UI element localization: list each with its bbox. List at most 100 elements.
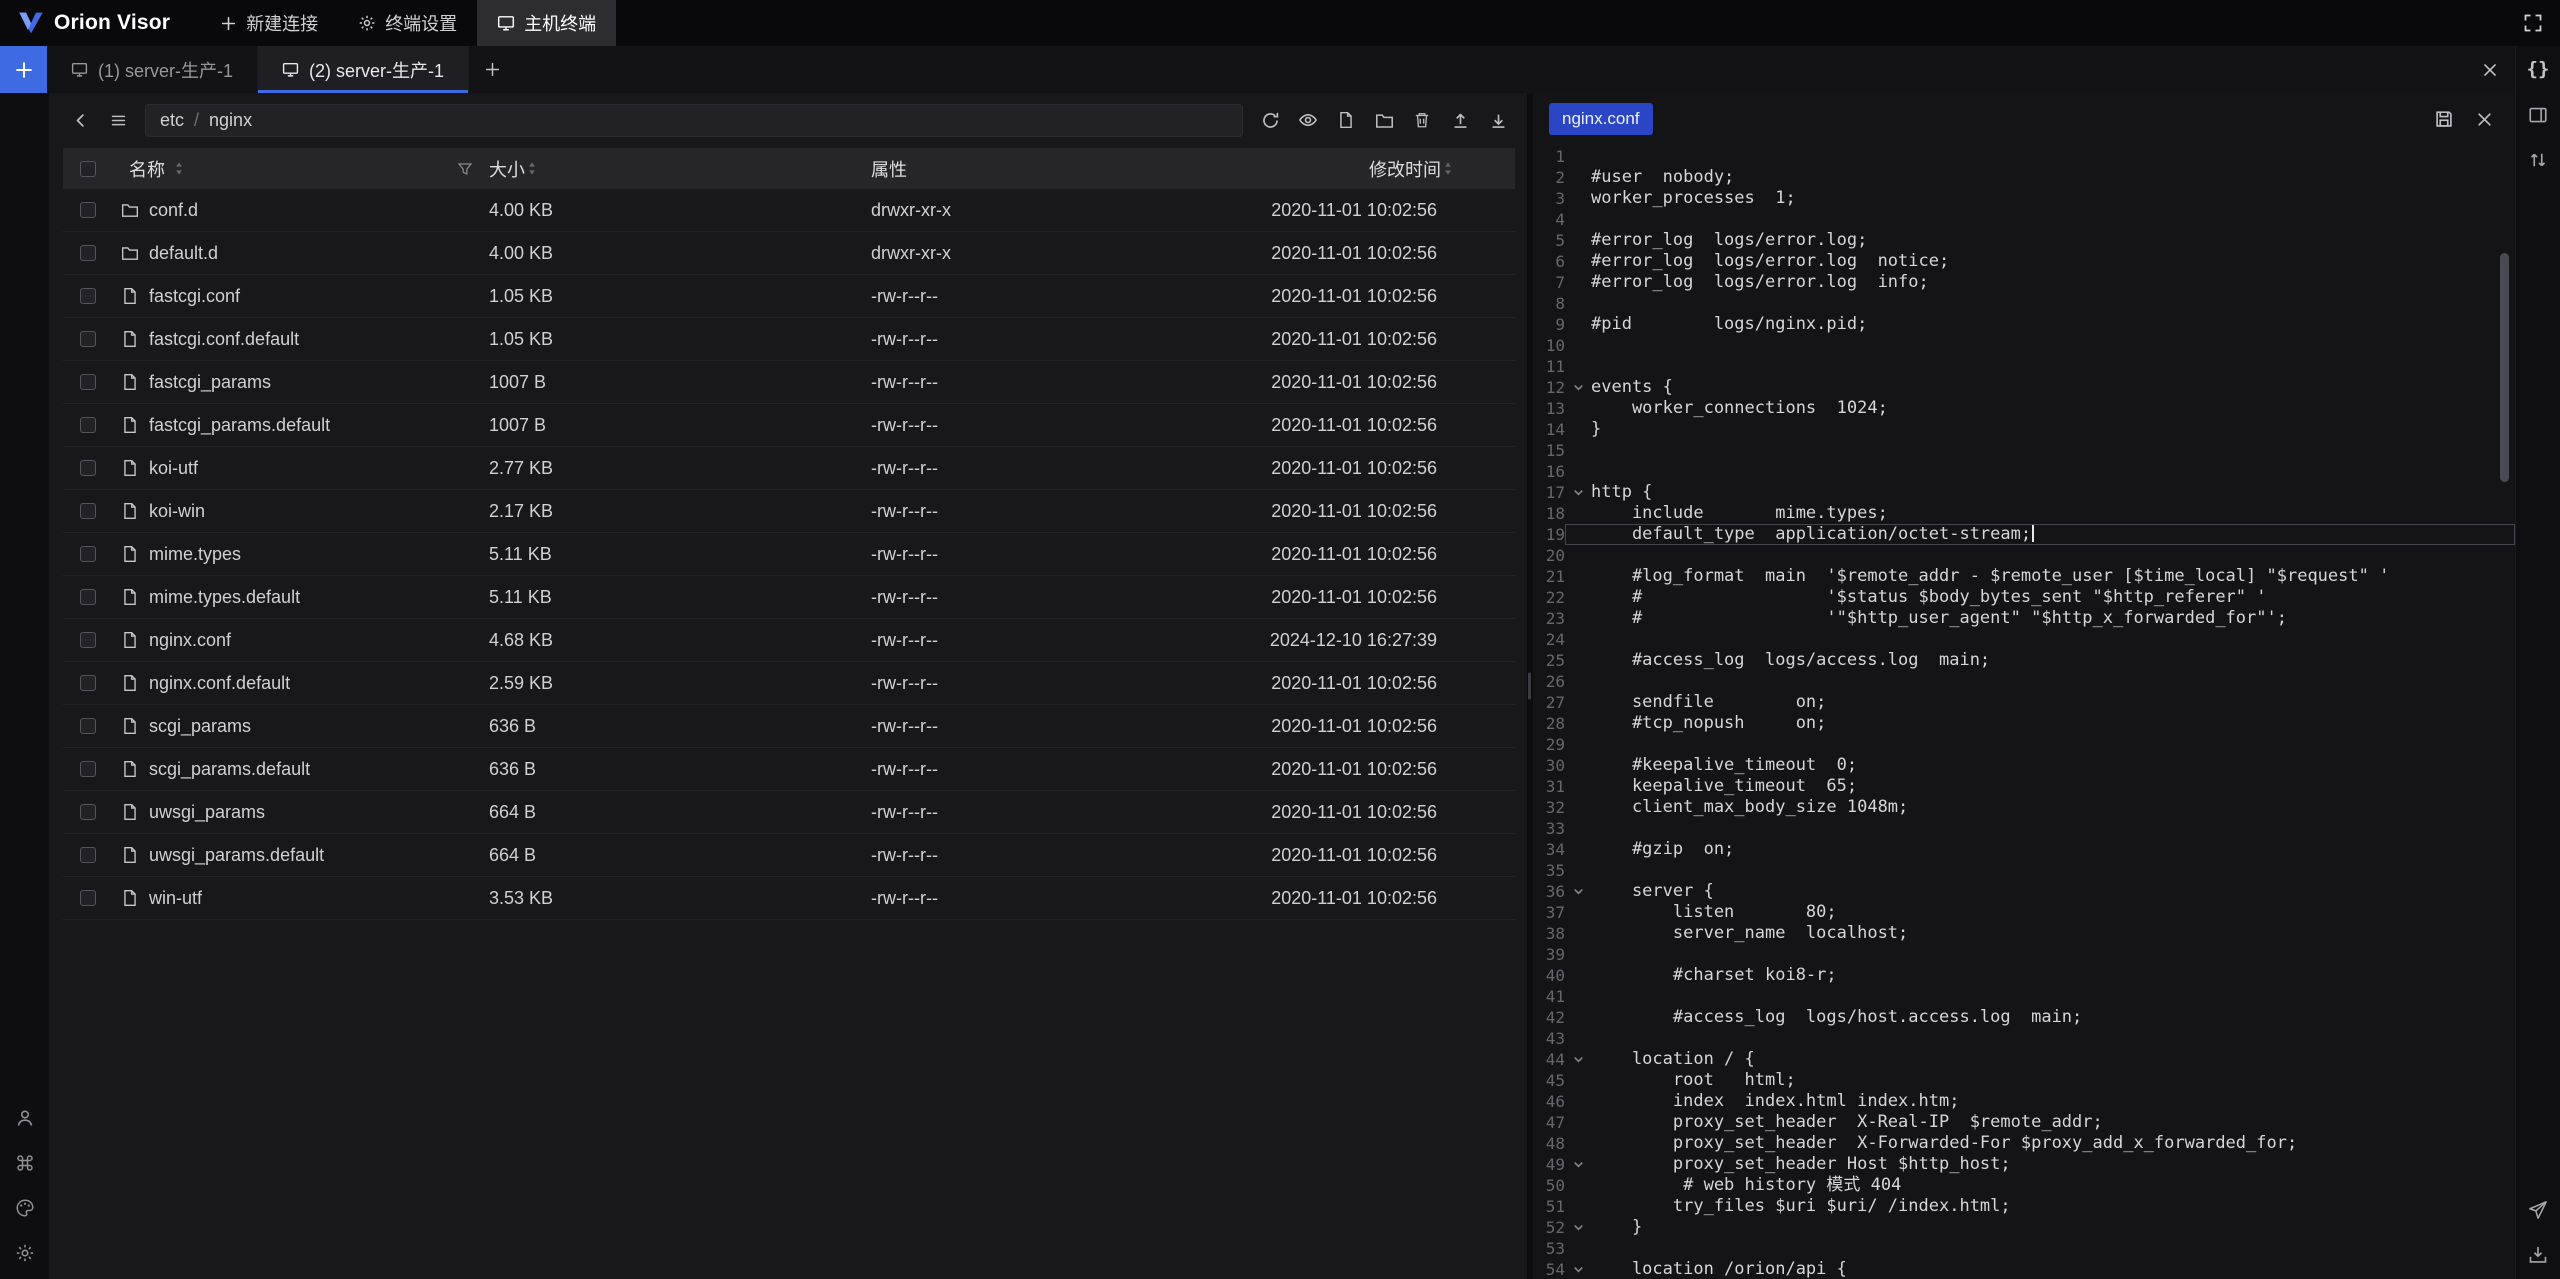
fold-icon[interactable]	[1565, 1049, 1591, 1070]
table-row[interactable]: scgi_params636 B-rw-r--r--2020-11-01 10:…	[63, 705, 1515, 748]
file-name[interactable]: uwsgi_params.default	[149, 845, 324, 866]
code-line[interactable]: 44 location / {	[1533, 1049, 2515, 1070]
fold-icon[interactable]	[1565, 881, 1591, 902]
row-checkbox[interactable]	[80, 546, 96, 562]
column-header-mtime[interactable]: 修改时间	[1369, 156, 1441, 182]
row-checkbox[interactable]	[80, 632, 96, 648]
fold-icon[interactable]	[1565, 1217, 1591, 1238]
table-row[interactable]: fastcgi.conf.default1.05 KB-rw-r--r--202…	[63, 318, 1515, 361]
code-line[interactable]: 43	[1533, 1028, 2515, 1049]
fold-icon[interactable]	[1565, 482, 1591, 503]
row-checkbox[interactable]	[80, 374, 96, 390]
code-line[interactable]: 14}	[1533, 419, 2515, 440]
sort-icon[interactable]	[1443, 161, 1453, 176]
code-line[interactable]: 8	[1533, 293, 2515, 314]
table-row[interactable]: nginx.conf4.68 KB-rw-r--r--2024-12-10 16…	[63, 619, 1515, 662]
code-line[interactable]: 18 include mime.types;	[1533, 503, 2515, 524]
menu-host-terminal[interactable]: 主机终端	[477, 0, 616, 46]
row-checkbox[interactable]	[80, 718, 96, 734]
tab-server-2[interactable]: (2) server-生产-1	[258, 46, 469, 93]
code-editor[interactable]: 12#user nobody;3worker_processes 1;45#er…	[1533, 145, 2515, 1279]
toggle-hidden-button[interactable]	[1291, 104, 1325, 136]
add-tab-button[interactable]	[469, 46, 515, 93]
refresh-button[interactable]	[1253, 104, 1287, 136]
row-checkbox[interactable]	[80, 890, 96, 906]
settings-button[interactable]	[15, 1243, 35, 1263]
path-breadcrumb[interactable]: etc / nginx	[145, 104, 1243, 137]
code-line[interactable]: 46 index index.html index.htm;	[1533, 1091, 2515, 1112]
code-line[interactable]: 39	[1533, 944, 2515, 965]
code-line[interactable]: 6#error_log logs/error.log notice;	[1533, 251, 2515, 272]
code-line[interactable]: 21 #log_format main '$remote_addr - $rem…	[1533, 566, 2515, 587]
file-name[interactable]: scgi_params.default	[149, 759, 310, 780]
editor-scrollbar-thumb[interactable]	[2500, 253, 2509, 482]
code-line[interactable]: 41	[1533, 986, 2515, 1007]
file-name[interactable]: conf.d	[149, 200, 198, 221]
code-line[interactable]: 48 proxy_set_header X-Forwarded-For $pro…	[1533, 1133, 2515, 1154]
code-line[interactable]: 45 root html;	[1533, 1070, 2515, 1091]
code-line[interactable]: 19 default_type application/octet-stream…	[1533, 524, 2515, 545]
code-line[interactable]: 7#error_log logs/error.log info;	[1533, 272, 2515, 293]
import-button[interactable]	[2528, 1245, 2548, 1265]
column-header-name[interactable]: 名称	[129, 156, 165, 182]
table-row[interactable]: uwsgi_params.default664 B-rw-r--r--2020-…	[63, 834, 1515, 877]
code-line[interactable]: 11	[1533, 356, 2515, 377]
file-name[interactable]: koi-win	[149, 501, 205, 522]
code-line[interactable]: 28 #tcp_nopush on;	[1533, 713, 2515, 734]
code-line[interactable]: 34 #gzip on;	[1533, 839, 2515, 860]
code-line[interactable]: 32 client_max_body_size 1048m;	[1533, 797, 2515, 818]
code-line[interactable]: 24	[1533, 629, 2515, 650]
code-line[interactable]: 12events {	[1533, 377, 2515, 398]
table-row[interactable]: win-utf3.53 KB-rw-r--r--2020-11-01 10:02…	[63, 877, 1515, 920]
code-line[interactable]: 47 proxy_set_header X-Real-IP $remote_ad…	[1533, 1112, 2515, 1133]
table-row[interactable]: koi-utf2.77 KB-rw-r--r--2020-11-01 10:02…	[63, 447, 1515, 490]
open-file-tab[interactable]: nginx.conf	[1549, 103, 1653, 135]
upload-button[interactable]	[1443, 104, 1477, 136]
code-line[interactable]: 42 #access_log logs/host.access.log main…	[1533, 1007, 2515, 1028]
split-panel-button[interactable]	[2528, 105, 2548, 125]
code-line[interactable]: 13 worker_connections 1024;	[1533, 398, 2515, 419]
download-button[interactable]	[1481, 104, 1515, 136]
file-name[interactable]: nginx.conf	[149, 630, 231, 651]
row-checkbox[interactable]	[80, 847, 96, 863]
row-checkbox[interactable]	[80, 675, 96, 691]
delete-button[interactable]	[1405, 104, 1439, 136]
code-line[interactable]: 1	[1533, 146, 2515, 167]
row-checkbox[interactable]	[80, 202, 96, 218]
row-checkbox[interactable]	[80, 417, 96, 433]
table-row[interactable]: scgi_params.default636 B-rw-r--r--2020-1…	[63, 748, 1515, 791]
file-name[interactable]: scgi_params	[149, 716, 251, 737]
file-name[interactable]: default.d	[149, 243, 218, 264]
menu-terminal-settings[interactable]: 终端设置	[338, 0, 477, 46]
table-row[interactable]: fastcgi_params.default1007 B-rw-r--r--20…	[63, 404, 1515, 447]
code-line[interactable]: 22 # '$status $body_bytes_sent "$http_re…	[1533, 587, 2515, 608]
column-header-attrs[interactable]: 属性	[871, 156, 907, 182]
close-all-button[interactable]	[2465, 46, 2515, 93]
code-line[interactable]: 5#error_log logs/error.log;	[1533, 230, 2515, 251]
user-button[interactable]	[15, 1108, 35, 1128]
column-header-size[interactable]: 大小	[489, 156, 525, 182]
table-row[interactable]: nginx.conf.default2.59 KB-rw-r--r--2020-…	[63, 662, 1515, 705]
fold-icon[interactable]	[1565, 1154, 1591, 1175]
code-line[interactable]: 2#user nobody;	[1533, 167, 2515, 188]
table-row[interactable]: uwsgi_params664 B-rw-r--r--2020-11-01 10…	[63, 791, 1515, 834]
code-line[interactable]: 53	[1533, 1238, 2515, 1259]
file-name[interactable]: fastcgi.conf	[149, 286, 240, 307]
row-checkbox[interactable]	[80, 761, 96, 777]
close-editor-button[interactable]	[2468, 103, 2500, 135]
row-checkbox[interactable]	[80, 460, 96, 476]
code-line[interactable]: 17http {	[1533, 482, 2515, 503]
code-line[interactable]: 40 #charset koi8-r;	[1533, 965, 2515, 986]
tab-server-1[interactable]: (1) server-生产-1	[47, 46, 258, 93]
code-line[interactable]: 25 #access_log logs/access.log main;	[1533, 650, 2515, 671]
code-line[interactable]: 38 server_name localhost;	[1533, 923, 2515, 944]
send-command-button[interactable]	[2528, 1200, 2548, 1220]
table-row[interactable]: default.d4.00 KBdrwxr-xr-x2020-11-01 10:…	[63, 232, 1515, 275]
file-name[interactable]: mime.types	[149, 544, 241, 565]
code-line[interactable]: 51 try_files $uri $uri/ /index.html;	[1533, 1196, 2515, 1217]
row-checkbox[interactable]	[80, 245, 96, 261]
file-name[interactable]: koi-utf	[149, 458, 198, 479]
table-row[interactable]: mime.types.default5.11 KB-rw-r--r--2020-…	[63, 576, 1515, 619]
back-button[interactable]	[63, 104, 97, 136]
theme-button[interactable]	[15, 1198, 35, 1218]
